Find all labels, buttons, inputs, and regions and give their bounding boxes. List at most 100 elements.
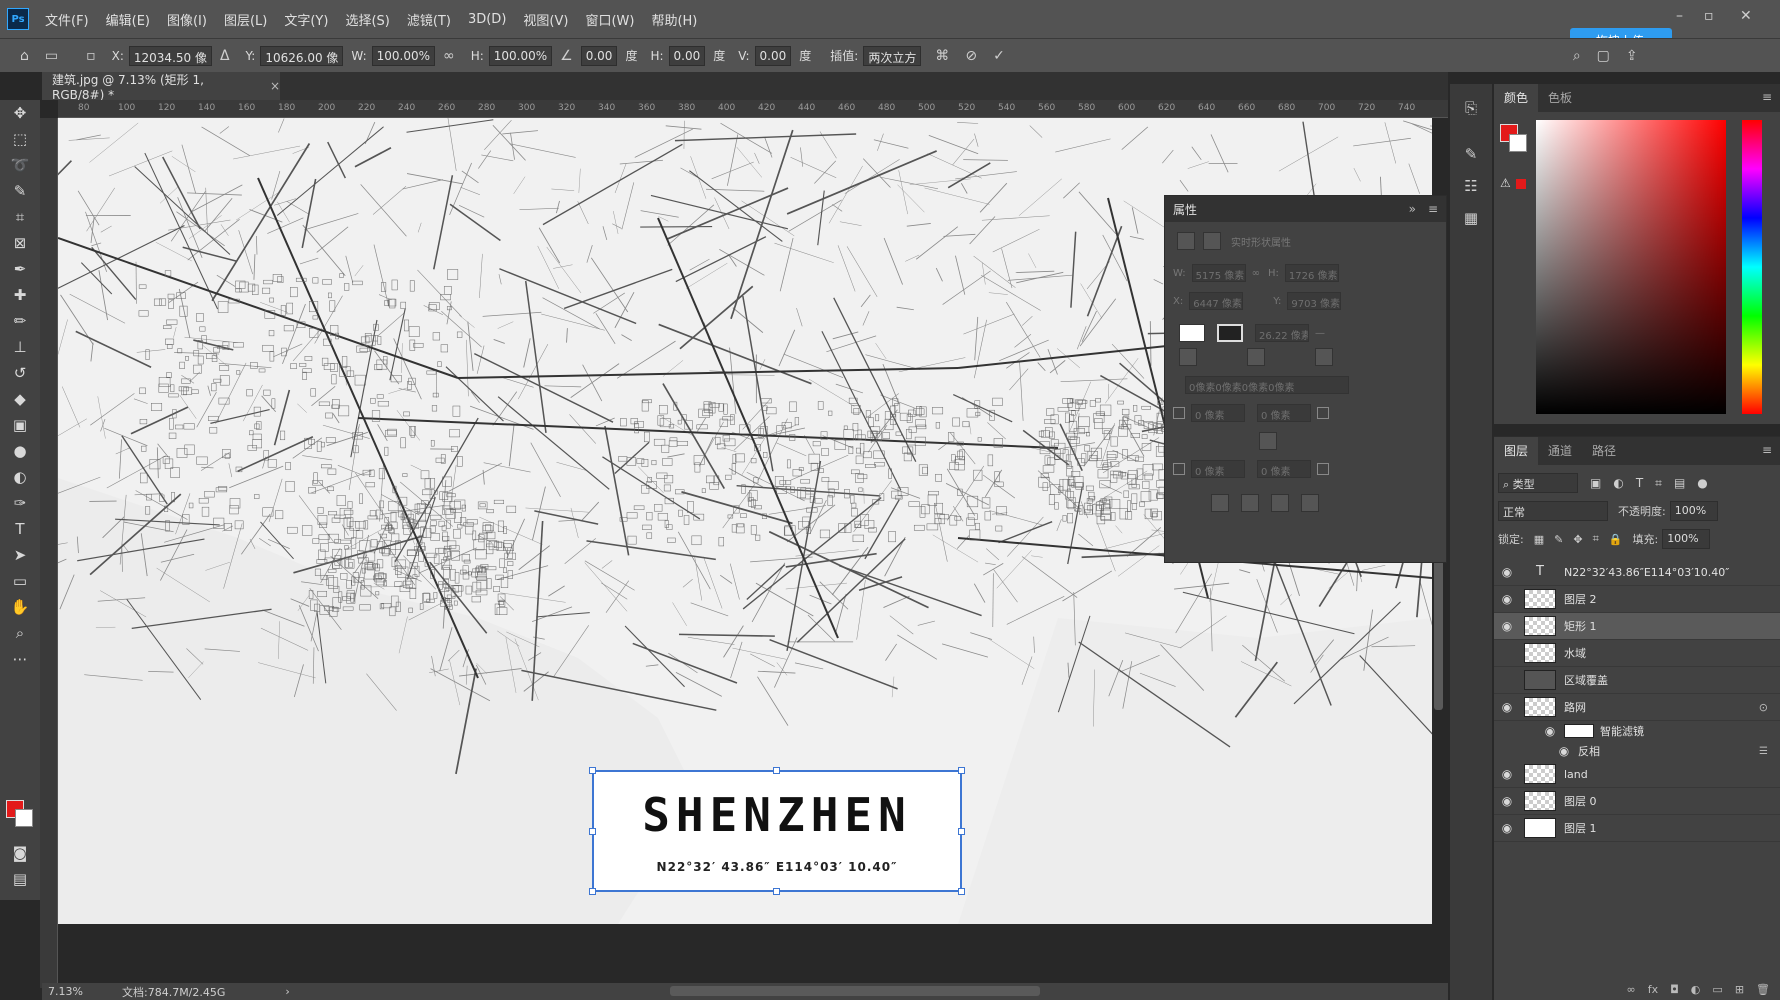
history-panel-icon[interactable]: ⎘	[1450, 92, 1492, 124]
angle-field[interactable]: 0.00	[580, 45, 618, 66]
visibility-eye-icon[interactable]: ◉	[1494, 767, 1520, 781]
smart-filter-item-row[interactable]: ◉ 反相 ☰	[1494, 741, 1780, 761]
crop-tool-icon[interactable]: ⌗	[0, 204, 40, 230]
gamut-color-chip[interactable]	[1516, 179, 1526, 189]
menu-edit[interactable]: 编辑(E)	[106, 10, 150, 29]
visibility-eye-icon[interactable]: ◉	[1494, 794, 1520, 808]
status-arrow-icon[interactable]: ›	[285, 985, 289, 998]
corner-bl-icon[interactable]	[1173, 463, 1185, 475]
brush-tool-icon[interactable]: ✏	[0, 308, 40, 334]
workspace-icon[interactable]: ▢	[1597, 48, 1610, 64]
tab-color[interactable]: 颜色	[1494, 84, 1539, 112]
stroke-align-icon[interactable]	[1179, 348, 1197, 366]
blur-tool-icon[interactable]: ●	[0, 438, 40, 464]
layer-row[interactable]: ◉ 水域	[1494, 640, 1780, 667]
gradient-tool-icon[interactable]: ▣	[0, 412, 40, 438]
hue-slider[interactable]	[1742, 120, 1762, 414]
corner-tr-icon[interactable]	[1317, 407, 1329, 419]
brush-settings-icon[interactable]: ✎	[1450, 138, 1492, 170]
fill-swatch[interactable]	[1179, 324, 1205, 342]
frame-tool-icon[interactable]: ⊠	[0, 230, 40, 256]
collapse-panel-icon[interactable]: »	[1409, 202, 1416, 216]
blend-mode-select[interactable]: 正常	[1498, 501, 1608, 521]
layer-row[interactable]: ◉ 图层 1	[1494, 815, 1780, 842]
quick-select-tool-icon[interactable]: ✎	[0, 178, 40, 204]
link-icon[interactable]: ∞	[443, 48, 455, 64]
share-icon[interactable]: ⇪	[1626, 48, 1638, 64]
layer-row[interactable]: ◉ 区域覆盖	[1494, 667, 1780, 694]
menu-type[interactable]: 文字(Y)	[284, 10, 328, 29]
title-card-rectangle[interactable]: SHENZHEN N22°32′ 43.86″ E114°03′ 10.40″	[589, 767, 965, 895]
menu-layer[interactable]: 图层(L)	[224, 10, 267, 29]
x-field[interactable]: 12034.50 像	[128, 45, 212, 66]
new-layer-icon[interactable]: ⊞	[1735, 983, 1744, 996]
color-panel-menu-icon[interactable]: ≡	[1762, 90, 1772, 104]
eyedropper-tool-icon[interactable]: ✒	[0, 256, 40, 282]
smart-filters-row[interactable]: ◉ 智能滤镜	[1494, 721, 1780, 741]
zoom-tool-icon[interactable]: ⌕	[0, 620, 40, 646]
transform-handle-top[interactable]	[773, 767, 780, 774]
filter-toggle-icon[interactable]: ●	[1697, 476, 1707, 490]
corner-radius-summary[interactable]: 0像素0像素0像素0像素	[1185, 376, 1349, 394]
visibility-eye-icon[interactable]: ◉	[1542, 724, 1558, 738]
fill-field[interactable]: 100%	[1662, 529, 1711, 549]
maximize-icon[interactable]: ▫	[1704, 8, 1714, 24]
stroke-swatch[interactable]	[1217, 324, 1243, 342]
shape-properties-icon[interactable]	[1177, 232, 1195, 250]
adjustment-layer-icon[interactable]: ◐	[1691, 983, 1701, 996]
layer-row[interactable]: ◉ 图层 2	[1494, 586, 1780, 613]
filter-smart-object-icon[interactable]: ▤	[1674, 476, 1685, 490]
transform-handle-bottom[interactable]	[773, 888, 780, 895]
filter-type-icon[interactable]: T	[1636, 476, 1643, 490]
adjustments-icon[interactable]: ☷	[1450, 170, 1492, 202]
lock-position-icon[interactable]: ✥	[1573, 533, 1582, 546]
move-tool-icon[interactable]: ✥	[0, 100, 40, 126]
filter-adjustment-icon[interactable]: ◐	[1613, 476, 1623, 490]
cancel-transform-icon[interactable]: ⊘	[965, 48, 977, 64]
minimize-icon[interactable]: –	[1676, 8, 1683, 24]
delete-layer-icon[interactable]: 🗑	[1756, 983, 1770, 996]
tab-paths[interactable]: 路径	[1582, 437, 1626, 465]
lock-pixels-icon[interactable]: ✎	[1554, 533, 1563, 546]
hand-tool-icon[interactable]: ✋	[0, 594, 40, 620]
corner-br-field[interactable]: 0 像素	[1257, 460, 1311, 478]
warp-icon[interactable]: ⌘	[935, 48, 949, 64]
menu-filter[interactable]: 滤镜(T)	[407, 10, 451, 29]
stroke-type-icon[interactable]: —	[1315, 328, 1325, 339]
new-group-icon[interactable]: ▭	[1712, 983, 1722, 996]
panel-background-swatch[interactable]	[1509, 134, 1527, 152]
mask-properties-icon[interactable]	[1203, 232, 1221, 250]
menu-view[interactable]: 视图(V)	[523, 10, 568, 29]
marquee-tool-icon[interactable]: ⬚	[0, 126, 40, 152]
menu-image[interactable]: 图像(I)	[167, 10, 207, 29]
path-exclude-icon[interactable]	[1301, 494, 1319, 512]
add-mask-icon[interactable]: ◘	[1670, 983, 1679, 996]
type-tool-icon[interactable]: T	[0, 516, 40, 542]
menu-select[interactable]: 选择(S)	[345, 10, 389, 29]
visibility-eye-icon[interactable]: ◉	[1494, 592, 1520, 606]
transform-handle-br[interactable]	[958, 888, 965, 895]
transform-handle-tl[interactable]	[589, 767, 596, 774]
screen-mode-icon[interactable]: ▤	[0, 866, 40, 892]
layer-row[interactable]: ◉ land	[1494, 761, 1780, 788]
background-color-swatch[interactable]	[15, 809, 33, 827]
dodge-tool-icon[interactable]: ◐	[0, 464, 40, 490]
layer-row[interactable]: ◉ 图层 0	[1494, 788, 1780, 815]
vertical-ruler[interactable]	[40, 118, 58, 988]
menu-window[interactable]: 窗口(W)	[585, 10, 634, 29]
link-corners-icon[interactable]	[1259, 432, 1277, 450]
rectangle-tool-icon[interactable]: ▭	[0, 568, 40, 594]
delta-icon[interactable]: Δ	[220, 48, 230, 64]
opacity-field[interactable]: 100%	[1669, 501, 1718, 521]
filter-shape-icon[interactable]: ⌗	[1655, 476, 1662, 491]
filter-pixel-icon[interactable]: ▣	[1590, 476, 1601, 490]
prop-h-field[interactable]: 1726 像素	[1284, 264, 1339, 282]
stroke-caps-icon[interactable]	[1247, 348, 1265, 366]
menu-help[interactable]: 帮助(H)	[651, 10, 697, 29]
transform-handle-bl[interactable]	[589, 888, 596, 895]
filter-blending-options-icon[interactable]: ☰	[1759, 746, 1768, 757]
more-tools-icon[interactable]: ⋯	[0, 646, 40, 672]
gamut-warning-icon[interactable]: ⚠	[1500, 176, 1511, 190]
tab-layers[interactable]: 图层	[1494, 437, 1539, 465]
link-layers-icon[interactable]: ∞	[1627, 983, 1636, 996]
